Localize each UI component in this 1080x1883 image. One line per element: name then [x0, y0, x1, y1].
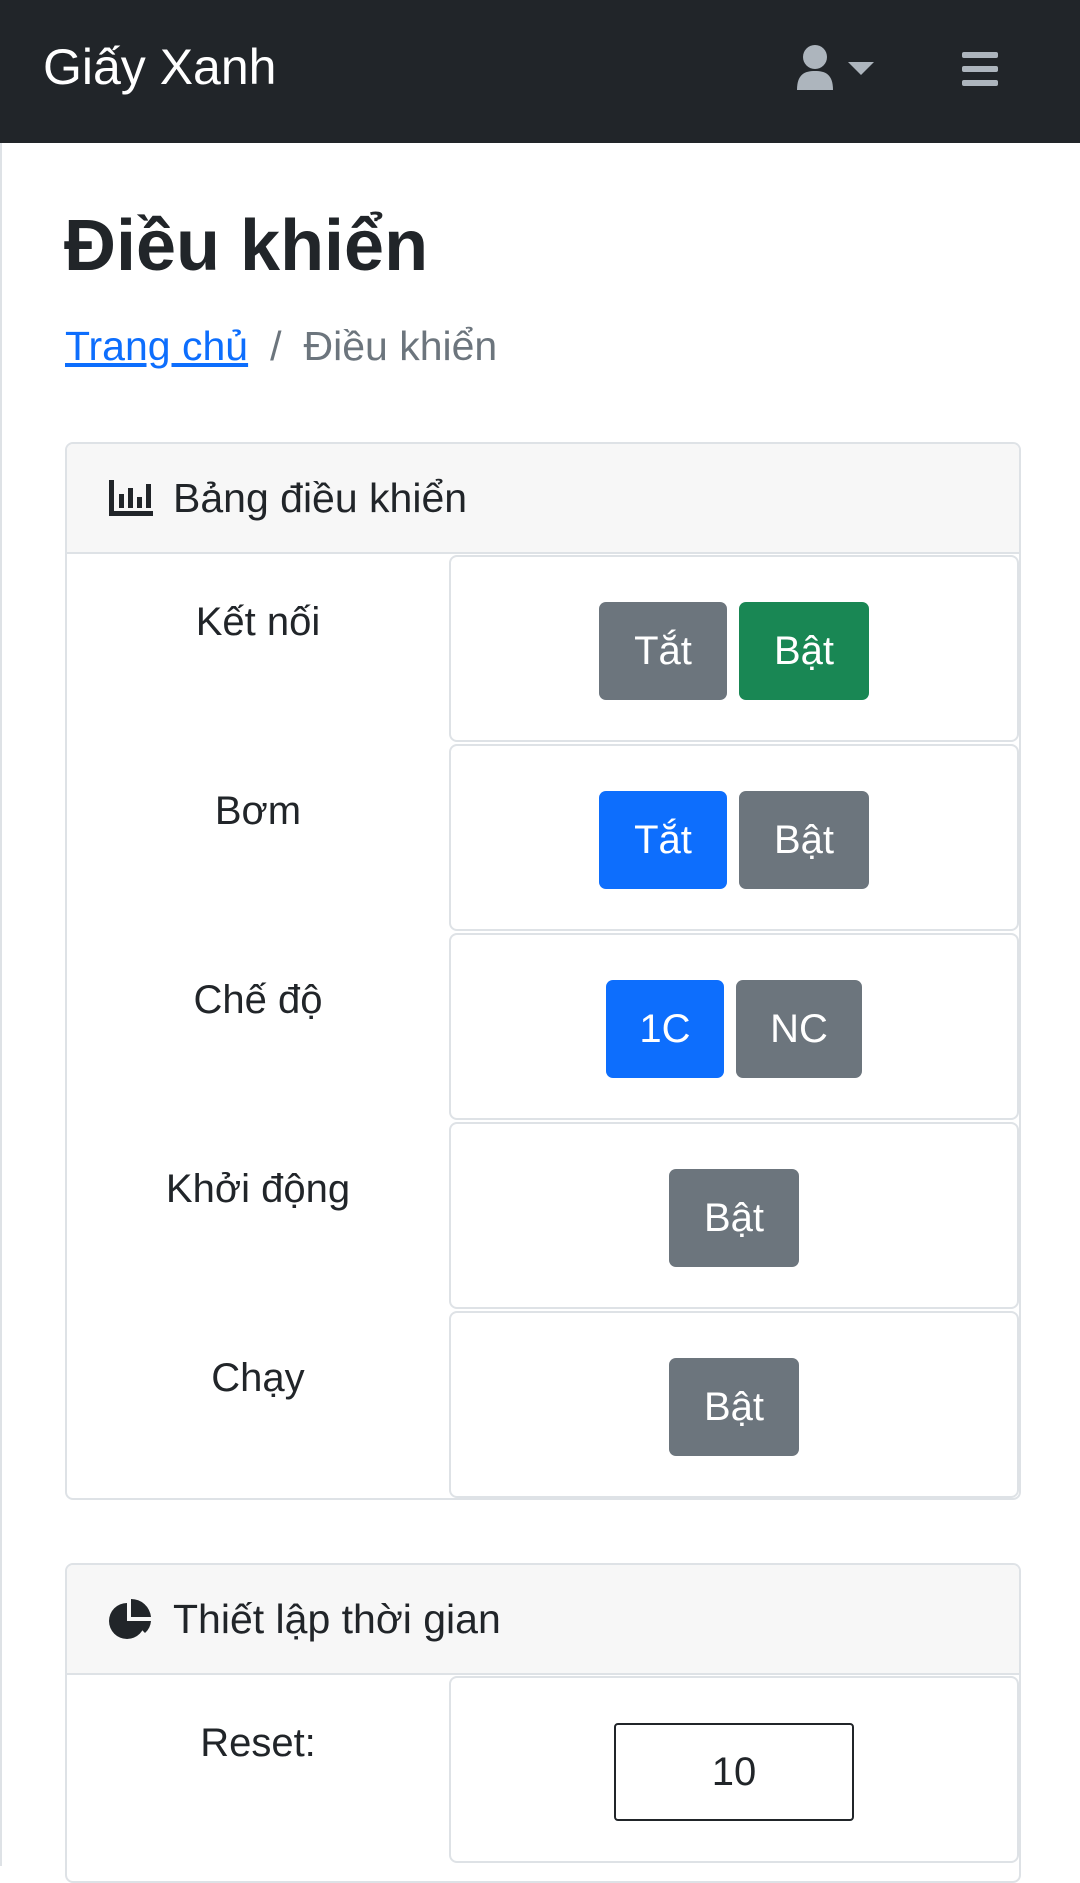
ket-noi-on-button[interactable]: Bật — [739, 602, 869, 700]
control-panel-card: Bảng điều khiển Kết nối Tắt Bật Bơm Tắt … — [65, 442, 1021, 1500]
hamburger-icon — [962, 52, 998, 86]
brand-link[interactable]: Giấy Xanh — [43, 38, 276, 96]
time-settings-title: Thiết lập thời gian — [173, 1595, 501, 1642]
control-row-ket-noi: Kết nối Tắt Bật — [67, 554, 1019, 743]
reset-time-input[interactable] — [614, 1723, 854, 1821]
page-title: Điều khiển — [64, 206, 429, 286]
time-settings-card: Thiết lập thời gian Reset: — [65, 1563, 1021, 1883]
bom-off-button[interactable]: Tắt — [599, 791, 727, 889]
user-menu-toggle[interactable] — [790, 40, 880, 100]
time-row-cell — [449, 1676, 1019, 1863]
control-row-cell: Tắt Bật — [449, 555, 1019, 742]
control-panel-header: Bảng điều khiển — [67, 444, 1019, 554]
control-row-label: Chế độ — [193, 978, 323, 1022]
time-row-reset: Reset: — [67, 1675, 1019, 1864]
control-panel-title: Bảng điều khiển — [173, 474, 468, 521]
ket-noi-off-button[interactable]: Tắt — [599, 602, 727, 700]
breadcrumb-home-link[interactable]: Trang chủ — [65, 323, 248, 369]
control-row-cell: 1C NC — [449, 933, 1019, 1120]
breadcrumb: Trang chủ / Điều khiển — [65, 323, 497, 370]
khoi-dong-on-button[interactable]: Bật — [669, 1169, 799, 1267]
user-icon — [797, 45, 833, 90]
mode-1c-button[interactable]: 1C — [606, 980, 724, 1078]
control-row-label: Bơm — [214, 789, 302, 833]
sidebar-toggle-button[interactable] — [955, 46, 1005, 92]
bom-on-button[interactable]: Bật — [739, 791, 869, 889]
breadcrumb-current: Điều khiển — [303, 323, 498, 369]
control-row-label: Kết nối — [195, 600, 321, 644]
control-row-label: Khởi động — [165, 1167, 351, 1211]
control-row-chay: Chạy Bật — [67, 1310, 1019, 1498]
chart-pie-icon — [109, 1599, 151, 1639]
control-row-cell: Tắt Bật — [449, 744, 1019, 931]
top-navbar: Giấy Xanh — [0, 0, 1080, 143]
control-row-bom: Bơm Tắt Bật — [67, 743, 1019, 932]
control-row-cell: Bật — [449, 1311, 1019, 1498]
control-row-khoi-dong: Khởi động Bật — [67, 1121, 1019, 1310]
control-row-che-do: Chế độ 1C NC — [67, 932, 1019, 1121]
time-row-label: Reset: — [200, 1721, 316, 1765]
chay-on-button[interactable]: Bật — [669, 1358, 799, 1456]
control-row-label: Chạy — [211, 1356, 305, 1400]
main-content: Điều khiển Trang chủ / Điều khiển Bảng điề… — [0, 143, 1080, 1883]
control-row-cell: Bật — [449, 1122, 1019, 1309]
time-settings-header: Thiết lập thời gian — [67, 1565, 1019, 1675]
caret-down-icon — [848, 62, 874, 75]
chart-bar-icon — [109, 480, 153, 516]
breadcrumb-separator: / — [270, 323, 282, 369]
mode-nc-button[interactable]: NC — [736, 980, 862, 1078]
